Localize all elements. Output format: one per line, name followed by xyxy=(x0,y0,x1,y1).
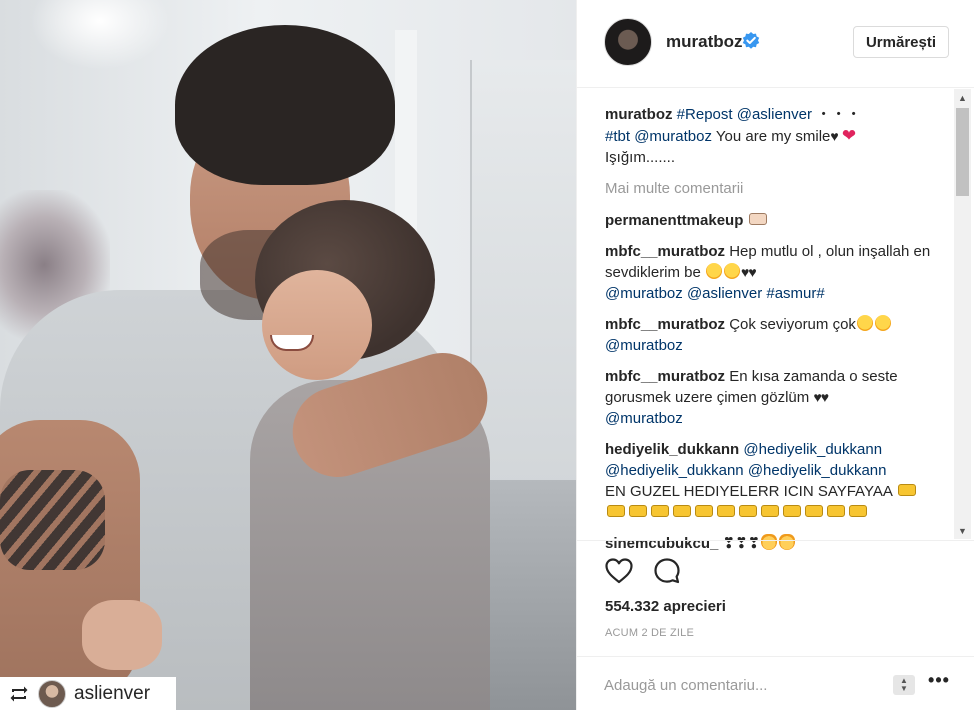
photo-woman-hand xyxy=(82,600,162,670)
repost-credit[interactable]: aslienver xyxy=(0,677,176,710)
caption: muratboz #Repost @aslienver ・・・ #tbt @mu… xyxy=(605,104,945,168)
mention-link[interactable]: @aslienver xyxy=(737,106,812,123)
scroll-up-arrow-icon[interactable]: ▲ xyxy=(954,89,971,106)
mention-link[interactable]: @muratboz xyxy=(605,285,683,302)
comment-input[interactable] xyxy=(604,674,864,696)
hashtag-link[interactable]: #Repost xyxy=(677,106,733,123)
repost-username[interactable]: aslienver xyxy=(74,683,150,705)
kiss-face-emoji xyxy=(706,263,723,279)
comment-item: mbfc__muratboz Çok seviyorum çok @muratb… xyxy=(605,314,945,356)
comments-list: muratboz #Repost @aslienver ・・・ #tbt @mu… xyxy=(605,104,945,564)
comment-username[interactable]: mbfc__muratboz xyxy=(605,243,725,260)
caption-separator: ・・・ xyxy=(816,106,862,123)
scroll-thumb[interactable] xyxy=(956,108,969,196)
post-timestamp: ACUM 2 DE ZILE xyxy=(605,627,694,639)
comments-scrollbar[interactable]: ▲ ▼ xyxy=(954,89,971,539)
post-photo[interactable]: aslienver xyxy=(0,0,576,710)
pointing-hand-emoji xyxy=(748,213,767,225)
mention-link[interactable]: @muratboz xyxy=(634,128,712,145)
mention-link[interactable]: @muratboz xyxy=(605,410,683,427)
kiss-face-emoji xyxy=(856,315,873,331)
heart-outline-icon[interactable] xyxy=(604,557,634,585)
post-details-panel: muratboz Urmărești muratboz #Repost @asl… xyxy=(576,0,974,710)
kiss-face-emoji xyxy=(724,263,741,279)
pointing-hand-emoji xyxy=(695,505,713,517)
caption-text: You are my smile xyxy=(715,128,831,145)
mention-link[interactable]: @hediyelik_dukkann xyxy=(743,441,882,458)
caption-text-2: Işığım....... xyxy=(605,149,676,166)
mention-link[interactable]: @hediyelik_dukkann xyxy=(605,462,744,479)
mention-link[interactable]: @muratboz xyxy=(605,337,683,354)
photo-light xyxy=(30,0,170,70)
pointing-hand-emoji xyxy=(717,505,735,517)
mention-link[interactable]: @aslienver xyxy=(687,285,762,302)
author-username[interactable]: muratboz xyxy=(666,32,743,52)
pointing-hand-emoji xyxy=(651,505,669,517)
photo-woman-face xyxy=(262,270,372,380)
pointing-hand-emoji xyxy=(827,505,845,517)
kiss-face-emoji xyxy=(874,315,891,331)
mention-link[interactable]: @hediyelik_dukkann xyxy=(748,462,887,479)
post-header: muratboz Urmărești xyxy=(577,0,974,88)
caption-username[interactable]: muratboz xyxy=(605,106,673,123)
repost-arrows-icon xyxy=(8,683,30,705)
likes-count[interactable]: 554.332 aprecieri xyxy=(605,598,726,615)
comment-item: mbfc__muratboz En kısa zamanda o seste g… xyxy=(605,366,945,429)
photo-tattoo xyxy=(0,470,105,570)
author-avatar[interactable] xyxy=(604,18,652,66)
photo-furniture xyxy=(480,480,576,710)
black-hearts-emoji: ♥♥ xyxy=(741,264,757,280)
comment-text: Çok seviyorum çok xyxy=(729,316,856,333)
more-options-icon[interactable]: ••• xyxy=(928,671,950,693)
add-comment-bar: ▲▼ ••• xyxy=(577,656,974,710)
post-viewer: aslienver muratboz Urmărești muratboz #R… xyxy=(0,0,974,710)
comment-username[interactable]: mbfc__muratboz xyxy=(605,316,725,333)
pointing-hand-emoji xyxy=(805,505,823,517)
comment-text: EN GUZEL HEDIYELERR ICIN SAYFAYAA xyxy=(605,483,893,500)
comment-username[interactable]: hediyelik_dukkann xyxy=(605,441,739,458)
scroll-down-arrow-icon[interactable]: ▼ xyxy=(954,522,971,539)
speech-bubble-icon[interactable] xyxy=(653,557,681,585)
black-hearts-emoji: ♥♥ xyxy=(813,389,829,405)
pointing-hand-emoji xyxy=(783,505,801,517)
following-button[interactable]: Urmărești xyxy=(853,26,949,58)
repost-avatar[interactable] xyxy=(38,679,66,708)
pointing-hand-emoji xyxy=(761,505,779,517)
red-heart-emoji: ❤ xyxy=(841,126,857,145)
pointing-hand-emoji xyxy=(739,505,757,517)
pointing-hand-emoji xyxy=(898,484,917,496)
black-heart-emoji: ♥ xyxy=(830,128,838,144)
verified-badge-icon xyxy=(742,32,760,49)
pointing-hand-emoji xyxy=(673,505,691,517)
comment-username[interactable]: permanenttmakeup xyxy=(605,212,743,229)
photo-door xyxy=(470,60,576,490)
load-more-comments[interactable]: Mai multe comentarii xyxy=(605,178,945,199)
post-actions: 554.332 aprecieri ACUM 2 DE ZILE xyxy=(577,540,974,668)
hashtag-link[interactable]: #tbt xyxy=(605,128,630,145)
comment-username[interactable]: mbfc__muratboz xyxy=(605,368,725,385)
comment-item: hediyelik_dukkann @hediyelik_dukkann @he… xyxy=(605,439,945,523)
pointing-hand-emoji xyxy=(607,505,625,517)
comment-item: mbfc__muratboz Hep mutlu ol , olun inşal… xyxy=(605,241,945,304)
hashtag-link[interactable]: #asmur# xyxy=(766,285,824,302)
pointing-hand-emoji xyxy=(849,505,867,517)
photo-man-hair xyxy=(175,25,395,185)
pointing-hand-emoji xyxy=(629,505,647,517)
comment-item: permanenttmakeup xyxy=(605,210,945,231)
stepper-arrows-icon[interactable]: ▲ ▼ xyxy=(893,675,915,695)
